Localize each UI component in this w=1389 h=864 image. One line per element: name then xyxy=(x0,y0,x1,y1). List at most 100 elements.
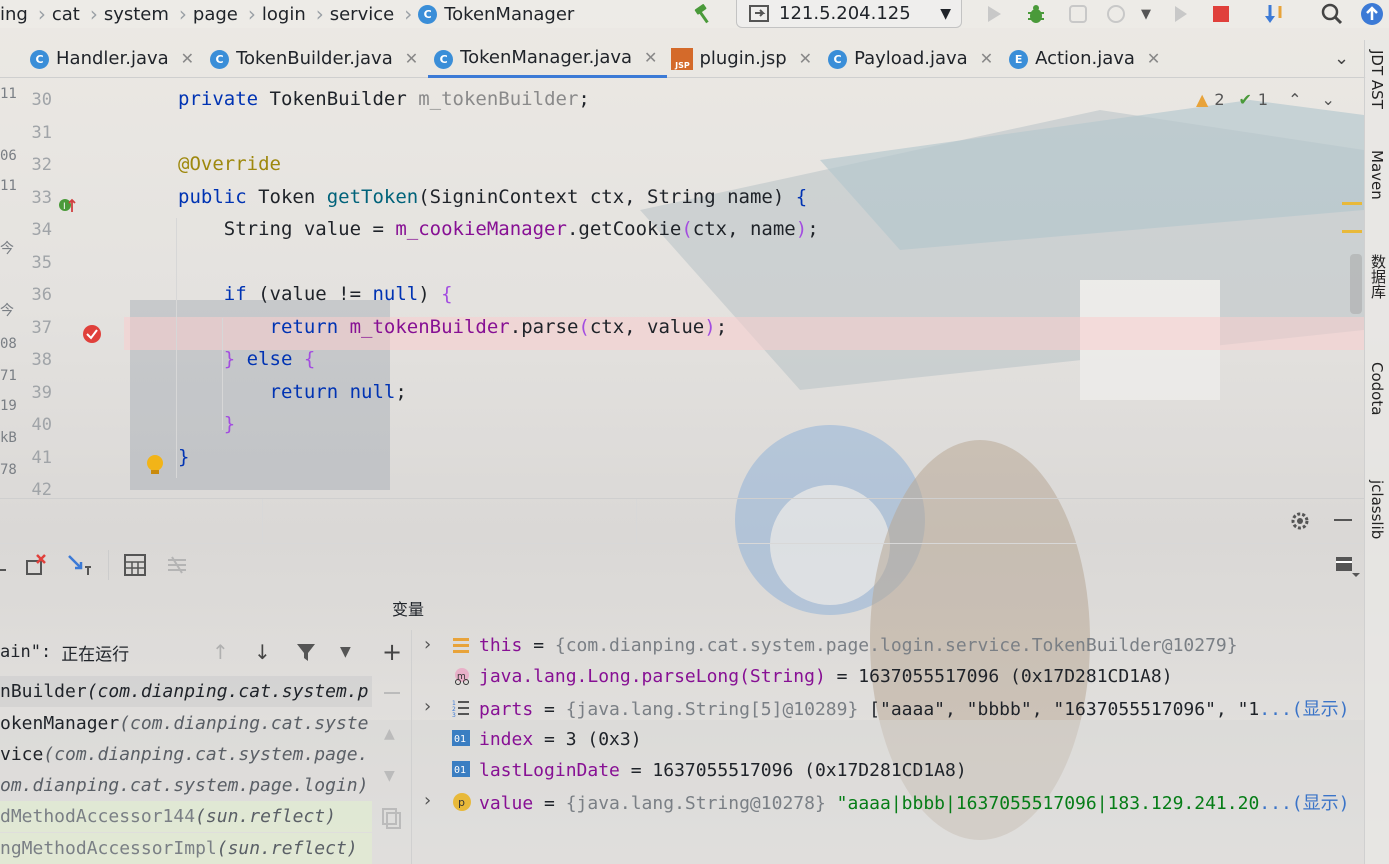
variable-row[interactable]: m java.lang.Long.parseLong(String) = 1637… xyxy=(412,661,1364,692)
tab-tokenmanager-java[interactable]: C TokenManager.java ✕ xyxy=(428,40,668,78)
code-line[interactable]: public Token getToken(SigninContext ctx,… xyxy=(178,186,807,208)
frame-item[interactable]: om.dianping.cat.system.page.login) xyxy=(0,770,372,801)
chevron-down-icon[interactable]: ▼ xyxy=(340,644,351,660)
tab-label: Action.java xyxy=(1035,48,1135,69)
step-icon[interactable] xyxy=(0,554,8,578)
editor-scrollbar[interactable] xyxy=(1350,254,1362,314)
git-update-icon[interactable] xyxy=(1262,2,1290,26)
tab-label: plugin.jsp xyxy=(699,48,787,69)
thread-selector[interactable]: ain": 正在运行 ↑ ↓ ▼ xyxy=(0,632,372,672)
tab-payload-java[interactable]: C Payload.java ✕ xyxy=(822,40,1003,78)
minimize-icon[interactable] xyxy=(1334,519,1352,521)
filter-icon[interactable] xyxy=(296,642,316,667)
expand-chevron-icon[interactable]: › xyxy=(422,634,433,655)
tool-window-jclasslib[interactable]: jclasslib xyxy=(1368,480,1386,539)
close-icon[interactable]: ✕ xyxy=(181,49,194,68)
run-icon[interactable] xyxy=(982,2,1006,26)
duplicate-watch-icon[interactable] xyxy=(382,808,402,834)
code-line[interactable]: @Override xyxy=(178,153,281,175)
line-number: 40 xyxy=(31,415,52,435)
variable-row[interactable]: › this = {com.dianping.cat.system.page.lo… xyxy=(412,630,1364,661)
new-watch-icon[interactable]: + xyxy=(382,638,402,666)
build-hammer-icon[interactable] xyxy=(690,2,718,26)
variable-row[interactable]: › p value = {java.lang.String@10278} "aaaa… xyxy=(412,786,1364,817)
coverage-icon[interactable] xyxy=(1064,2,1092,26)
settings-gear-icon[interactable] xyxy=(1290,511,1310,535)
breadcrumb-item[interactable]: page xyxy=(193,4,238,25)
code-line[interactable]: } else { xyxy=(178,348,316,370)
resume-icon[interactable] xyxy=(1170,2,1192,26)
frame-method: ngMethodAccessorImpl xyxy=(0,838,217,859)
code-line[interactable]: return m_tokenBuilder.parse(ctx, value); xyxy=(178,316,728,338)
stop-icon[interactable] xyxy=(1208,2,1234,26)
tool-window-jdt-ast[interactable]: JDT AST xyxy=(1368,50,1386,109)
frame-item[interactable]: ngMethodAccessorImpl (sun.reflect) xyxy=(0,833,372,864)
tool-window-maven[interactable]: Maven xyxy=(1368,150,1386,200)
tab-plugin-jsp[interactable]: JSP plugin.jsp ✕ xyxy=(667,40,822,78)
inspection-widget[interactable]: ▲ 2 ✔ 1 ⌃ ⌄ xyxy=(1196,90,1335,109)
variable-part: parts xyxy=(479,698,534,720)
previous-frame-icon[interactable]: ↑ xyxy=(212,640,229,664)
tool-window-codota[interactable]: Codota xyxy=(1368,362,1386,415)
remove-watch-icon[interactable] xyxy=(384,692,400,694)
tool-window-database[interactable]: 数据库 xyxy=(1368,254,1389,299)
previous-highlight-icon[interactable]: ⌃ xyxy=(1288,90,1301,109)
tab-action-java[interactable]: E Action.java ✕ xyxy=(1003,40,1170,78)
warning-stripe-marker[interactable] xyxy=(1342,230,1362,233)
frame-item[interactable]: vice (com.dianping.cat.system.page. xyxy=(0,739,372,770)
close-icon[interactable]: ✕ xyxy=(799,49,812,68)
svg-text:01: 01 xyxy=(454,734,466,745)
expand-chevron-icon[interactable]: › xyxy=(422,790,433,811)
variable-part: = xyxy=(619,759,653,781)
breadcrumb-item[interactable]: service xyxy=(330,4,394,25)
close-icon[interactable]: ✕ xyxy=(980,49,993,68)
run-to-cursor-icon[interactable] xyxy=(66,553,92,581)
frame-item[interactable]: dMethodAccessor144 (sun.reflect) xyxy=(0,801,372,832)
search-icon[interactable] xyxy=(1318,2,1346,26)
watch-variable-icon: m xyxy=(452,667,470,686)
close-icon[interactable]: ✕ xyxy=(644,48,657,67)
frame-item[interactable]: okenManager (com.dianping.cat.syste xyxy=(0,708,372,739)
debug-bug-icon[interactable] xyxy=(1022,2,1050,26)
expand-chevron-icon[interactable]: › xyxy=(422,696,433,717)
ide-update-icon[interactable] xyxy=(1358,2,1386,26)
evaluate-expression-icon[interactable] xyxy=(124,554,146,580)
trace-stream-icon[interactable] xyxy=(166,554,188,580)
layout-options-icon[interactable] xyxy=(1334,554,1360,582)
move-up-icon[interactable]: ▲ xyxy=(384,726,395,742)
warning-stripe-marker[interactable] xyxy=(1342,202,1362,205)
breadcrumb-item[interactable]: TokenManager xyxy=(444,4,574,25)
code-line[interactable]: } xyxy=(178,446,189,468)
breadcrumb-item[interactable]: cat xyxy=(52,4,80,25)
variable-row[interactable]: 01 lastLoginDate = 1637055517096 (0x17D28… xyxy=(412,755,1364,786)
variable-part[interactable]: ...(显示) xyxy=(1259,793,1349,814)
breadcrumb-item[interactable]: login xyxy=(262,4,306,25)
mute-breakpoints-icon[interactable] xyxy=(24,553,48,581)
code-line[interactable]: return null; xyxy=(178,381,407,403)
code-line[interactable]: String value = m_cookieManager.getCookie… xyxy=(178,218,819,240)
breadcrumb-item[interactable]: ing xyxy=(0,4,28,25)
run-configuration-select[interactable]: 121.5.204.125 ▼ xyxy=(736,0,962,28)
move-down-icon[interactable]: ▼ xyxy=(384,768,395,784)
code-editor[interactable]: I 30 private TokenBuilder m_tokenBuilder;… xyxy=(0,78,1364,498)
int-variable-icon: 01 xyxy=(452,729,470,748)
code-line[interactable]: } xyxy=(178,413,235,435)
next-highlight-icon[interactable]: ⌄ xyxy=(1322,90,1335,109)
breadcrumb-item[interactable]: system xyxy=(104,4,169,25)
debug-panel-header xyxy=(0,498,1364,544)
tab-handler-java[interactable]: C Handler.java ✕ xyxy=(24,40,204,78)
more-run-options-chevron-icon[interactable]: ▼ xyxy=(1136,2,1156,26)
close-icon[interactable]: ✕ xyxy=(1147,49,1160,68)
variable-row[interactable]: › 1 2 3 parts = {java.lang.String[5]@10289} … xyxy=(412,692,1364,723)
tab-tokenbuilder-java[interactable]: C TokenBuilder.java ✕ xyxy=(204,40,428,78)
close-icon[interactable]: ✕ xyxy=(405,49,418,68)
next-frame-icon[interactable]: ↓ xyxy=(254,640,271,664)
code-token: (value != xyxy=(258,283,373,305)
tab-list-chevron-icon[interactable]: ⌄ xyxy=(1334,48,1349,69)
frame-item[interactable]: nBuilder (com.dianping.cat.system.p xyxy=(0,676,372,707)
variable-row[interactable]: 01 index = 3 (0x3) xyxy=(412,724,1364,755)
profile-icon[interactable] xyxy=(1102,2,1130,26)
variable-part[interactable]: ...(显示) xyxy=(1259,699,1349,720)
code-line[interactable]: private TokenBuilder m_tokenBuilder; xyxy=(178,88,590,110)
code-line[interactable]: if (value != null) { xyxy=(178,283,453,305)
